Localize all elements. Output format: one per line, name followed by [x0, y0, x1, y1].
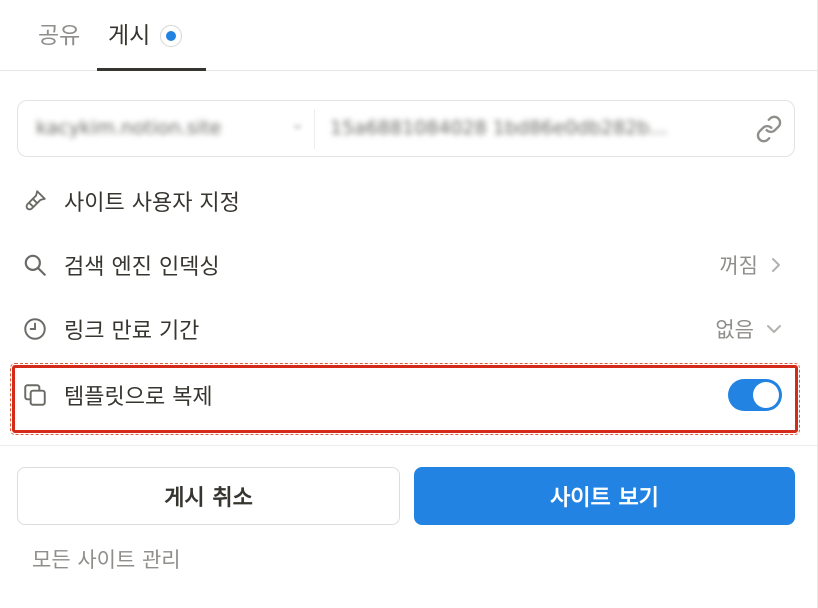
clock-icon [22, 312, 56, 346]
tab-publish[interactable]: 게시 [108, 20, 183, 52]
copy-link-icon[interactable] [753, 113, 785, 145]
link-expiry-label: 링크 만료 기간 [64, 319, 200, 344]
duplicate-icon [22, 378, 56, 412]
link-expiry-option[interactable]: 링크 만료 기간 없음 [18, 306, 790, 352]
site-path-input[interactable]: 15a6881084028 1bd86e0db282b... [330, 117, 750, 139]
search-engine-indexing-label: 검색 엔진 인덱싱 [64, 255, 220, 280]
active-tab-underline [97, 68, 206, 71]
view-site-button[interactable]: 사이트 보기 [414, 467, 795, 525]
published-status-dot-icon [160, 25, 183, 47]
site-domain-select[interactable]: kacykim.notion.site [36, 117, 221, 139]
search-icon [22, 248, 56, 282]
site-customize-option[interactable]: 사이트 사용자 지정 [18, 178, 790, 224]
manage-all-sites-link[interactable]: 모든 사이트 관리 [32, 544, 181, 574]
section-divider [0, 445, 818, 446]
site-url-bar: kacykim.notion.site ⌄ 15a6881084028 1bd8… [17, 100, 795, 157]
duplicate-as-template-label: 템플릿으로 복제 [64, 385, 213, 410]
site-customize-label: 사이트 사용자 지정 [64, 191, 240, 216]
chevron-down-icon[interactable]: ⌄ [290, 113, 305, 134]
tab-publish-label: 게시 [108, 23, 151, 49]
tab-bar: 공유 게시 [0, 0, 818, 71]
indexing-status-text: 꺼짐 [719, 254, 758, 278]
paintbrush-icon [22, 184, 56, 218]
chevron-right-icon [772, 258, 780, 272]
search-engine-indexing-value: 꺼짐 [719, 250, 784, 280]
toggle-knob [753, 382, 779, 408]
publish-panel: 공유 게시 kacykim.notion.site ⌄ 15a688108402… [0, 0, 818, 608]
link-expiry-text: 없음 [715, 318, 754, 342]
tab-share[interactable]: 공유 [38, 20, 80, 52]
search-engine-indexing-option[interactable]: 검색 엔진 인덱싱 꺼짐 [18, 242, 790, 288]
duplicate-as-template-toggle[interactable] [728, 379, 782, 411]
duplicate-as-template-option[interactable]: 템플릿으로 복제 [18, 372, 790, 418]
unpublish-button[interactable]: 게시 취소 [17, 467, 400, 525]
chevron-down-icon [767, 325, 781, 333]
link-expiry-value[interactable]: 없음 [715, 314, 784, 344]
url-separator [314, 109, 315, 149]
